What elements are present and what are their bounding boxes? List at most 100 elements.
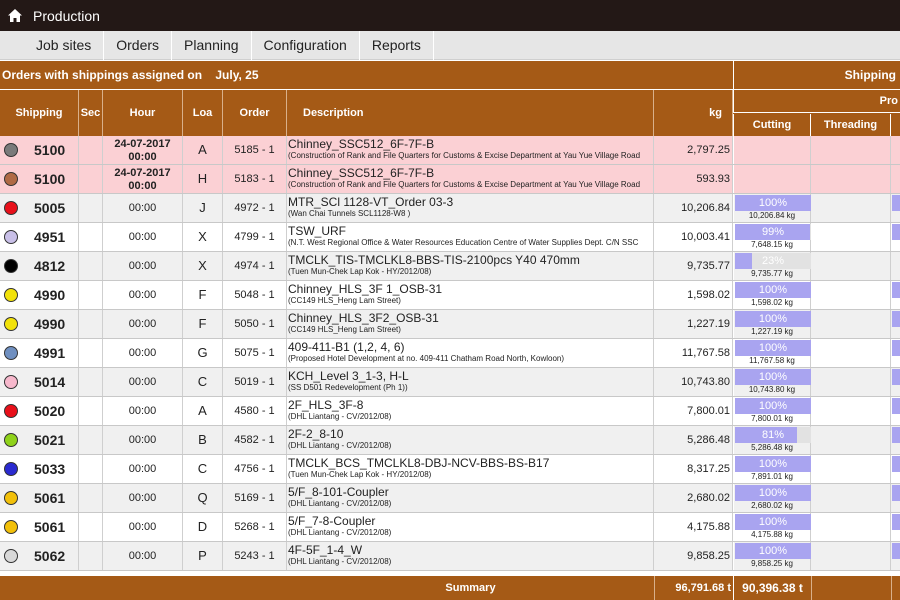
row-cutting: 100% 1,598.02 kg [733,281,811,309]
row-sec [79,339,103,367]
row-order[interactable]: 5268 - 1 [223,513,287,541]
row-order[interactable]: 5019 - 1 [223,368,287,396]
menu-planning[interactable]: Planning [172,31,252,60]
col-cutting[interactable]: Cutting [733,114,811,136]
cutting-progress-bar: 100% [735,514,811,530]
table-row[interactable]: 4812 00:00 X 4974 - 1 TMCLK_TIS-TMCLKL8-BBS-… [0,252,900,281]
row-shipping-cell[interactable]: 5021 [0,426,79,454]
table-row[interactable]: 4990 00:00 F 5050 - 1 Chinney_HLS_3F2_OSB-31… [0,310,900,339]
menu-configuration[interactable]: Configuration [252,31,360,60]
status-color-dot-icon [4,143,18,157]
table-row[interactable]: 5020 00:00 A 4580 - 1 2F_HLS_3F-8 (DHL Lianta… [0,397,900,426]
home-icon[interactable] [0,0,30,31]
row-hour-cell: 00:00 [103,397,183,425]
table-row[interactable]: 4991 00:00 G 5075 - 1 409-411-B1 (1,2, 4, 6)… [0,339,900,368]
table-row[interactable]: 5100 24-07-2017 00:00 A 5185 - 1 Chinney_SSC5… [0,136,900,165]
row-shipping-cell[interactable]: 5061 [0,484,79,512]
table-row[interactable]: 5014 00:00 C 5019 - 1 KCH_Level 3_1-3, H-L (S… [0,368,900,397]
row-hour-cell: 00:00 [103,484,183,512]
row-order[interactable]: 5050 - 1 [223,310,287,338]
table-row[interactable]: 5005 00:00 J 4972 - 1 MTR_SCl 1128-VT_Order … [0,194,900,223]
row-hour-cell: 00:00 [103,310,183,338]
row-order[interactable]: 5185 - 1 [223,136,287,164]
row-order[interactable]: 5075 - 1 [223,339,287,367]
row-order[interactable]: 4974 - 1 [223,252,287,280]
row-order[interactable]: 4756 - 1 [223,455,287,483]
col-loa[interactable]: Loa [183,90,223,136]
row-shipping-cell[interactable]: 4991 [0,339,79,367]
row-shipping-number: 4991 [34,345,66,361]
row-shipping-cell[interactable]: 5062 [0,542,79,570]
col-hour[interactable]: Hour [103,90,183,136]
row-shipping-cell[interactable]: 5100 [0,165,79,193]
status-color-dot-icon [4,462,18,476]
row-date: 24-07-2017 [114,138,171,150]
row-threading [811,223,891,251]
row-shipping-cell[interactable]: 4990 [0,310,79,338]
row-cutting: 100% 9,858.25 kg [733,542,811,570]
cutting-progress-percent: 100% [758,545,788,557]
row-shipping-cell[interactable]: 5014 [0,368,79,396]
row-shipping-cell[interactable]: 4990 [0,281,79,309]
table-row[interactable]: 4990 00:00 F 5048 - 1 Chinney_HLS_3F 1_OSB-3… [0,281,900,310]
row-order[interactable]: 4972 - 1 [223,194,287,222]
next-process-progress-bar [892,195,900,211]
table-row[interactable]: 5021 00:00 B 4582 - 1 2F-2_8-10 (DHL Liantang… [0,426,900,455]
row-hour: 00:00 [128,347,157,359]
row-order[interactable]: 5243 - 1 [223,542,287,570]
row-order[interactable]: 5048 - 1 [223,281,287,309]
col-threading[interactable]: Threading [811,114,891,136]
col-sec[interactable]: Sec [79,90,103,136]
row-hour-cell: 00:00 [103,455,183,483]
col-order[interactable]: Order [223,90,287,136]
cutting-kg: 7,891.01 kg [751,472,793,481]
row-threading [811,339,891,367]
row-threading [811,368,891,396]
menu-reports[interactable]: Reports [360,31,434,60]
row-cutting: 23% 9,735.77 kg [733,252,811,280]
row-order[interactable]: 4799 - 1 [223,223,287,251]
row-threading [811,310,891,338]
row-shipping-cell[interactable]: 5061 [0,513,79,541]
col-shipping[interactable]: Shipping [0,90,79,136]
col-kg[interactable]: kg [654,90,733,136]
row-order[interactable]: 5183 - 1 [223,165,287,193]
menu-orders[interactable]: Orders [104,31,173,60]
row-shipping-cell[interactable]: 4812 [0,252,79,280]
row-description: 2F-2_8-10 (DHL Liantang - CV/2012/08) [287,426,654,454]
cutting-progress-percent: 23% [761,255,785,267]
table-row[interactable]: 5061 00:00 Q 5169 - 1 5/F_8-101-Coupler (DHL … [0,484,900,513]
next-process-progress-bar [892,485,900,501]
row-next-process [891,136,900,164]
row-shipping-cell[interactable]: 5005 [0,194,79,222]
row-shipping-number: 5061 [34,519,66,535]
row-order[interactable]: 5169 - 1 [223,484,287,512]
col-description[interactable]: Description [287,90,654,136]
row-shipping-cell[interactable]: 4951 [0,223,79,251]
row-kg: 4,175.88 [654,513,733,541]
row-shipping-cell[interactable]: 5033 [0,455,79,483]
row-threading [811,136,891,164]
row-kg: 2,680.02 [654,484,733,512]
table-row[interactable]: 5062 00:00 P 5243 - 1 4F-5F_1-4_W (DHL Lianta… [0,542,900,571]
row-hour: 00:00 [128,180,157,192]
row-shipping-cell[interactable]: 5020 [0,397,79,425]
table-row[interactable]: 5061 00:00 D 5268 - 1 5/F_7-8-Coupler (DHL Li… [0,513,900,542]
orders-date: July, 25 [215,68,259,82]
row-hour-cell: 00:00 [103,513,183,541]
row-order[interactable]: 4582 - 1 [223,426,287,454]
menu-job-sites[interactable]: Job sites [24,31,105,60]
row-description-title: 5/F_7-8-Coupler [288,514,376,528]
row-threading [811,397,891,425]
table-row[interactable]: 4951 00:00 X 4799 - 1 TSW_URF (N.T. West Regi… [0,223,900,252]
summary-divider [811,576,812,600]
row-kg: 1,598.02 [654,281,733,309]
row-next-process [891,310,900,338]
status-color-dot-icon [4,317,18,331]
row-shipping-cell[interactable]: 5100 [0,136,79,164]
table-row[interactable]: 5100 24-07-2017 00:00 H 5183 - 1 Chinney_SSC5… [0,165,900,194]
status-color-dot-icon [4,259,18,273]
next-process-progress-bar [892,514,900,530]
row-order[interactable]: 4580 - 1 [223,397,287,425]
table-row[interactable]: 5033 00:00 C 4756 - 1 TMCLK_BCS_TMCLKL8-DBJ-… [0,455,900,484]
